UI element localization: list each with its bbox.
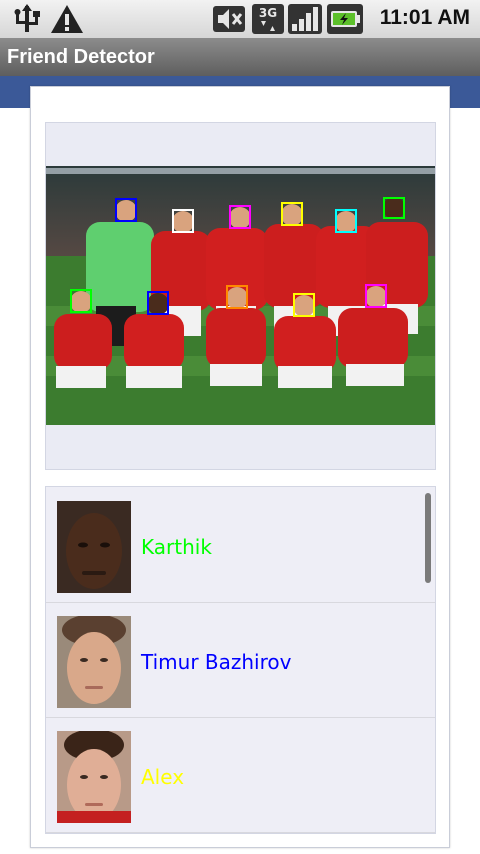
list-item[interactable]: Timur Bazhirov (46, 602, 435, 718)
warning-icon (51, 5, 83, 33)
friend-avatar (57, 501, 131, 593)
friends-list[interactable]: Karthik Timur Bazhirov Alex (45, 486, 436, 834)
friend-avatar (57, 731, 131, 823)
3g-data-icon: 3G (252, 4, 284, 34)
photo-container (45, 122, 436, 470)
friend-name: Timur Bazhirov (141, 650, 292, 674)
mute-icon (213, 6, 245, 32)
scrollbar[interactable] (425, 493, 431, 583)
app-title: Friend Detector (7, 46, 155, 68)
list-item[interactable]: Karthik (46, 487, 435, 603)
list-item[interactable]: Alex (46, 717, 435, 833)
friend-avatar (57, 616, 131, 708)
friend-name: Alex (141, 765, 185, 789)
clock: 11:01 AM (379, 6, 470, 29)
battery-charging-icon (327, 4, 363, 34)
title-bar: Friend Detector (0, 38, 480, 76)
team-photo[interactable] (46, 166, 435, 425)
status-bar: 3G 11:01 AM (0, 0, 480, 39)
friend-name: Karthik (141, 535, 212, 559)
usb-icon (14, 4, 40, 32)
svg-text:3G: 3G (259, 6, 277, 20)
signal-icon (288, 4, 322, 34)
